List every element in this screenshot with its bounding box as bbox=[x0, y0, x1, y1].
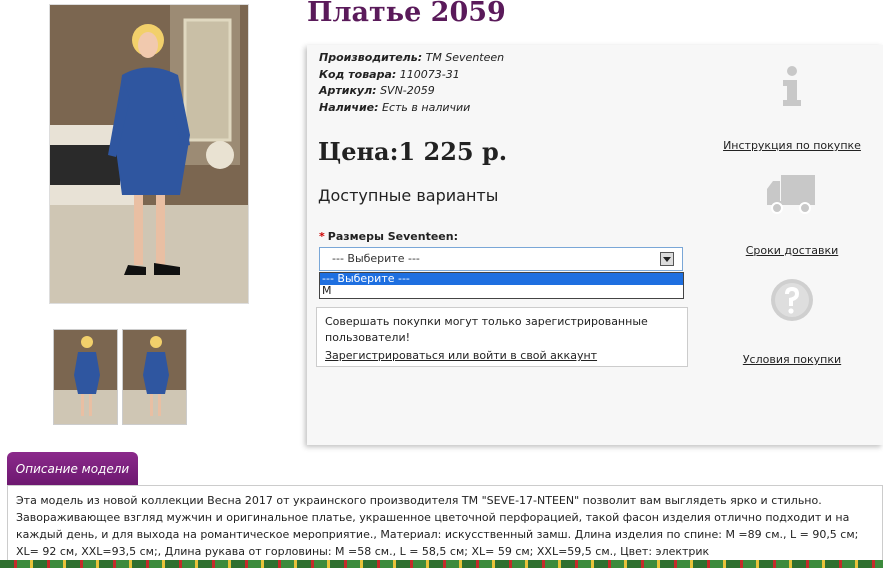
info-purchase-terms[interactable]: Условия покупки bbox=[722, 278, 862, 366]
product-specs: Производитель: ТМ Seventeen Код товара: … bbox=[319, 50, 504, 116]
info-link-label[interactable]: Условия покупки bbox=[722, 353, 862, 366]
dress-photo-illustration bbox=[50, 5, 248, 303]
tab-description[interactable]: Описание модели bbox=[7, 452, 138, 485]
product-price: Цена:1 225 р. bbox=[318, 137, 508, 166]
chevron-down-icon[interactable] bbox=[660, 252, 674, 266]
info-purchase-instructions[interactable]: Инструкция по покупке bbox=[722, 66, 862, 152]
login-notice: Совершать покупки могут только зарегистр… bbox=[316, 307, 688, 367]
info-link-label[interactable]: Инструкция по покупке bbox=[722, 139, 862, 152]
required-mark: * bbox=[319, 230, 325, 243]
product-description: Эта модель из новой коллекции Весна 2017… bbox=[7, 485, 883, 568]
info-link-label[interactable]: Сроки доставки bbox=[722, 244, 862, 257]
spec-manufacturer: Производитель: ТМ Seventeen bbox=[319, 51, 505, 64]
dress-thumbnail-illustration bbox=[123, 330, 186, 424]
size-option[interactable]: --- Выберите --- bbox=[320, 273, 683, 285]
register-login-link[interactable]: Зарегистрироваться или войти в свой акка… bbox=[325, 348, 597, 364]
product-main-image[interactable] bbox=[49, 4, 249, 304]
spec-article: Артикул: SVN-2059 bbox=[319, 84, 435, 97]
info-icon bbox=[783, 66, 801, 106]
size-label: * Размеры Seventeen: bbox=[319, 230, 458, 243]
product-thumbnail[interactable] bbox=[53, 329, 118, 425]
question-icon bbox=[771, 279, 813, 321]
size-select-value: --- Выберите --- bbox=[332, 252, 420, 265]
spec-availability: Наличие: Есть в наличии bbox=[319, 100, 471, 114]
spec-product-code: Код товара: 110073-31 bbox=[319, 67, 460, 81]
dress-thumbnail-illustration bbox=[54, 330, 117, 424]
login-notice-text: Совершать покупки могут только зарегистр… bbox=[325, 315, 648, 344]
size-options-list: --- Выберите --- M bbox=[319, 272, 684, 299]
product-title: Платье 2059 bbox=[307, 0, 506, 28]
truck-icon bbox=[767, 175, 815, 214]
info-delivery-times[interactable]: Сроки доставки bbox=[722, 173, 862, 257]
product-thumbnail[interactable] bbox=[122, 329, 187, 425]
size-option[interactable]: M bbox=[320, 285, 683, 297]
size-select[interactable]: --- Выберите --- bbox=[319, 247, 683, 271]
decorative-garland bbox=[0, 560, 883, 568]
variants-heading: Доступные варианты bbox=[318, 186, 499, 205]
